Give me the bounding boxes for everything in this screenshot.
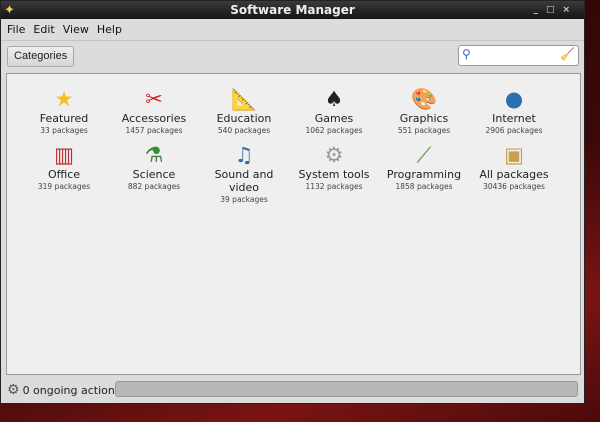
category-graphics[interactable]: 🎨 Graphics 551 packages [379, 86, 469, 136]
category-label: Sound and video [214, 168, 274, 194]
app-logo-icon: ✦ [4, 3, 15, 18]
category-accessories[interactable]: ✂ Accessories 1457 packages [109, 86, 199, 136]
category-label: Graphics [399, 112, 449, 125]
category-icon: ⚙ [324, 143, 344, 167]
category-system-tools[interactable]: ⚙ System tools 1132 packages [289, 142, 379, 205]
status-bar: ⚙ 0 ongoing actions [1, 377, 584, 403]
title-bar: ✦ Software Manager _□× [1, 1, 584, 19]
maximize-icon[interactable]: □ [546, 5, 563, 15]
search-icon: ⚲ [462, 47, 471, 61]
category-icon: ★ [54, 87, 74, 111]
category-label: Featured [39, 112, 89, 125]
software-manager-window: ✦ Software Manager _□× File Edit View He… [0, 0, 585, 404]
category-icon: 📐 [231, 87, 258, 111]
menu-edit[interactable]: Edit [33, 23, 54, 36]
category-all-packages[interactable]: ▣ All packages 30436 packages [469, 142, 559, 205]
menu-bar: File Edit View Help [1, 19, 584, 41]
minimize-icon[interactable]: _ [533, 5, 546, 15]
category-label: All packages [479, 168, 549, 181]
package-count: 1062 packages [305, 126, 363, 135]
category-office[interactable]: ▥ Office 319 packages [19, 142, 109, 205]
category-science[interactable]: ⚗ Science 882 packages [109, 142, 199, 205]
category-label: Accessories [121, 112, 187, 125]
package-count: 33 packages [40, 126, 88, 135]
category-education[interactable]: 📐 Education 540 packages [199, 86, 289, 136]
category-icon: ♠ [324, 87, 344, 111]
category-programming[interactable]: ⟋ Programming 1858 packages [379, 142, 469, 205]
close-icon[interactable]: × [562, 5, 578, 15]
gears-icon: ⚙ [7, 382, 20, 398]
search-input[interactable]: ⚲ 🧹 [458, 45, 579, 66]
category-label: Internet [492, 112, 536, 125]
category-icon: ▥ [54, 143, 74, 167]
menu-help[interactable]: Help [97, 23, 122, 36]
category-label: Science [132, 168, 176, 181]
category-label: Programming [386, 168, 462, 181]
package-count: 39 packages [220, 195, 268, 204]
package-count: 1457 packages [125, 126, 183, 135]
menu-file[interactable]: File [7, 23, 25, 36]
package-count: 882 packages [127, 182, 181, 191]
package-count: 30436 packages [483, 182, 545, 191]
category-featured[interactable]: ★ Featured 33 packages [19, 86, 109, 136]
category-games[interactable]: ♠ Games 1062 packages [289, 86, 379, 136]
category-sound-and-video[interactable]: ♫ Sound and video 39 packages [199, 142, 289, 205]
category-icon: ✂ [145, 87, 163, 111]
toolbar: Categories ⚲ 🧹 [1, 41, 584, 71]
package-count: 1132 packages [305, 182, 363, 191]
category-icon: ⟋ [416, 143, 432, 167]
package-count: 540 packages [217, 126, 271, 135]
category-internet[interactable]: ● Internet 2906 packages [469, 86, 559, 136]
package-count: 2906 packages [485, 126, 543, 135]
progress-bar [115, 381, 578, 397]
status-text: 0 ongoing actions [22, 383, 121, 397]
category-icon: ⚗ [144, 143, 164, 167]
categories-button[interactable]: Categories [7, 46, 75, 67]
categories-panel: ★ Featured 33 packages ✂ Accessories 1457… [6, 73, 581, 375]
category-icon: ● [504, 87, 524, 111]
category-label: System tools [298, 168, 370, 181]
category-label: Office [47, 168, 81, 181]
package-count: 1858 packages [395, 182, 453, 191]
category-label: Education [216, 112, 272, 125]
category-label: Games [314, 112, 354, 125]
clear-broom-icon[interactable]: 🧹 [560, 47, 575, 61]
category-icon: 🎨 [411, 87, 438, 111]
window-title: Software Manager [230, 3, 355, 17]
package-count: 319 packages [37, 182, 91, 191]
category-icon: ♫ [234, 143, 254, 167]
category-icon: ▣ [504, 143, 524, 167]
package-count: 551 packages [397, 126, 451, 135]
menu-view[interactable]: View [63, 23, 89, 36]
